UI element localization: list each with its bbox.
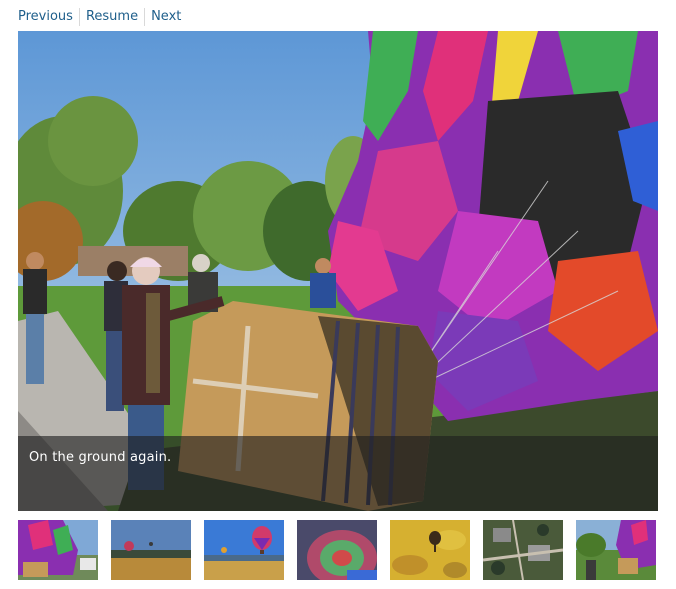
next-link[interactable]: Next	[151, 8, 181, 26]
thumbnail-5[interactable]	[390, 520, 470, 580]
thumbnail-strip	[18, 520, 658, 580]
previous-link[interactable]: Previous	[18, 8, 73, 26]
thumbnail-4[interactable]	[297, 520, 377, 580]
thumbnail-1[interactable]	[18, 520, 98, 580]
resume-link[interactable]: Resume	[86, 8, 138, 26]
nav-divider	[144, 8, 146, 26]
thumbnail-3[interactable]	[204, 520, 284, 580]
nav-divider	[78, 8, 80, 26]
slideshow-stage[interactable]: On the ground again.	[18, 31, 658, 511]
caption-text: On the ground again.	[29, 450, 172, 465]
thumbnail-6[interactable]	[483, 520, 563, 580]
slideshow-nav: Previous Resume Next	[18, 8, 181, 26]
thumbnail-7[interactable]	[576, 520, 656, 580]
thumbnail-2[interactable]	[111, 520, 191, 580]
slide-caption: On the ground again.	[18, 436, 658, 511]
